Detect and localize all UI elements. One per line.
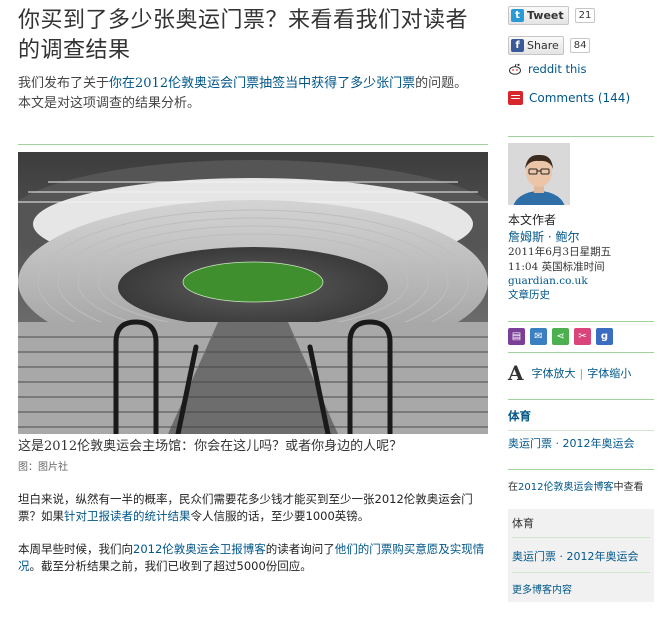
side-divider-1 [508, 136, 654, 137]
side-divider-5 [508, 430, 654, 431]
comments-icon [508, 91, 523, 105]
side-divider-6 [508, 469, 654, 470]
side-divider-3 [508, 352, 654, 353]
comments-label: Comments (144) [529, 91, 631, 105]
p2-blog-link[interactable]: 2012伦敦奥运会卫报博客 [133, 542, 266, 556]
tweet-label: Tweet [527, 8, 564, 22]
related-blog-box: 体育 奥运门票 · 2012年奥运会 更多博客内容 [508, 509, 654, 602]
publish-time: 11:04 英国标准时间 [508, 261, 605, 273]
sport-section-heading[interactable]: 体育 [508, 408, 654, 424]
twitter-icon: t [511, 8, 524, 22]
facebook-share-label: Share [527, 38, 559, 52]
body-paragraph-1: 坦白来说，纵然有一半的概率，民众们需要花多少钱才能买到至少一张2012伦敦奥运会… [18, 491, 488, 525]
google-icon[interactable]: g [596, 328, 613, 345]
tweet-count: 21 [574, 7, 596, 23]
article-standfirst: 我们发布了关于你在2012伦敦奥运会门票抽签当中获得了多少张门票的问题。本文是对… [18, 74, 480, 114]
p2-text-a: 本周早些时候，我们向 [18, 542, 133, 556]
facebook-row: f Share 84 [508, 35, 654, 55]
blog-note: 在2012伦敦奥运会博客中查看 [508, 478, 654, 493]
article-sidebar: t Tweet 21 f Share 84 reddit this Commen… [508, 0, 654, 602]
facebook-share-button[interactable]: f Share [508, 35, 564, 55]
blog-note-prefix: 在 [508, 482, 518, 493]
share-icon[interactable]: ⋖ [552, 328, 569, 345]
reddit-label: reddit this [528, 62, 587, 76]
author-name-link[interactable]: 詹姆斯 · 鲍尔 [508, 228, 654, 245]
tweet-button[interactable]: t Tweet [508, 5, 569, 25]
article-tools: ▤ ✉ ⋖ ✂ g [508, 328, 654, 345]
clip-icon[interactable]: ✂ [574, 328, 591, 345]
font-size-icon: A [508, 361, 524, 385]
side-divider-2 [508, 321, 654, 322]
font-larger-link[interactable]: 字体放大 [532, 365, 576, 381]
print-icon[interactable]: ▤ [508, 328, 525, 345]
photo-credit: 图：图片社 [18, 462, 68, 473]
p2-text-c: 。截至分析结果之前，我们已收到了超过5000份回应。 [29, 559, 312, 573]
author-photo [508, 143, 570, 205]
olympic-tickets-link[interactable]: 奥运门票 · 2012年奥运会 [508, 435, 654, 451]
font-size-separator: | [579, 366, 584, 380]
font-smaller-link[interactable]: 字体缩小 [587, 365, 631, 381]
publish-date: 2011年6月3日星期五 [508, 246, 612, 258]
standfirst-text-before: 我们发布了关于 [18, 76, 110, 91]
p2-text-b: 的读者询问了 [265, 542, 335, 556]
email-icon[interactable]: ✉ [530, 328, 547, 345]
body-paragraph-2: 本周早些时候，我们向2012伦敦奥运会卫报博客的读者询问了他们的门票购买意愿及实… [18, 541, 488, 575]
article-history-link[interactable]: 文章历史 [508, 287, 654, 302]
related-divider-2 [512, 572, 650, 573]
facebook-count: 84 [569, 37, 591, 53]
blog-note-suffix: 中查看 [613, 482, 644, 493]
article-headline: 你买到了多少张奥运门票？来看看我们对读者的调查结果 [18, 8, 469, 63]
related-olympic-tickets-link[interactable]: 奥运门票 · 2012年奥运会 [512, 548, 650, 564]
header-divider [18, 144, 488, 145]
blog-note-link[interactable]: 2012伦敦奥运会博客 [518, 482, 613, 493]
tweet-row: t Tweet 21 [508, 5, 654, 25]
p1-stats-link[interactable]: 针对卫报读者的统计结果 [64, 509, 191, 523]
more-blogs-link[interactable]: 更多博客内容 [512, 581, 650, 596]
author-heading: 本文作者 [508, 213, 557, 227]
facebook-icon: f [511, 38, 524, 52]
font-size-controls: A 字体放大 | 字体缩小 [508, 361, 654, 385]
article-main: 你买到了多少张奥运门票？来看看我们对读者的调查结果 我们发布了关于你在2012伦… [18, 0, 490, 575]
p1-text-b: 令人信服的话，至少要1000英镑。 [190, 509, 370, 523]
related-sport-heading: 体育 [512, 517, 534, 530]
reddit-link[interactable]: reddit this [508, 61, 654, 77]
photo-caption: 这是2012伦敦奥运会主场馆：你会在这儿吗？或者你身边的人呢？ [18, 439, 403, 454]
source-link[interactable]: guardian.co.uk [508, 275, 654, 287]
reddit-icon [508, 63, 522, 75]
related-divider-1 [512, 537, 650, 538]
stadium-photo [18, 152, 488, 434]
side-divider-4 [508, 399, 654, 400]
comments-link[interactable]: Comments (144) [508, 89, 654, 107]
standfirst-link[interactable]: 你在2012伦敦奥运会门票抽签当中获得了多少张门票 [109, 76, 415, 91]
